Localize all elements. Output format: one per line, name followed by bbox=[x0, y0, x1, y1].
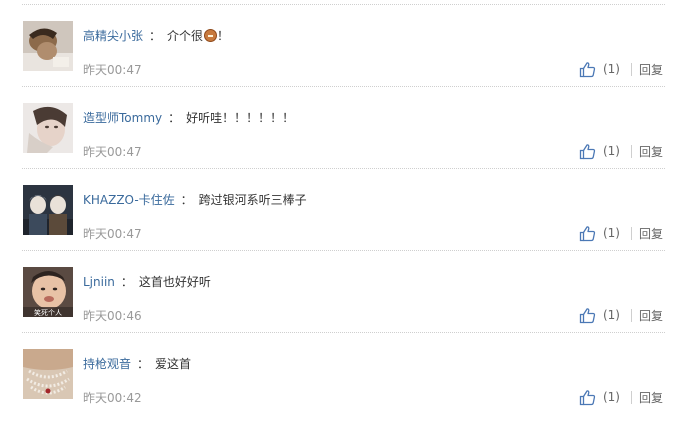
action-divider bbox=[630, 226, 632, 240]
comment-line: Ljniin ： 这首也好好听 bbox=[83, 274, 211, 290]
comment-item: 持枪观音 ： 爱这首 昨天00:42 (1) 回复 bbox=[22, 333, 665, 415]
username-link[interactable]: 高精尖小张 bbox=[83, 29, 143, 43]
comment-text: 好听哇！！！！！！ bbox=[186, 111, 295, 125]
comment-line: 高精尖小张 ： 介个很 ！ bbox=[83, 28, 229, 44]
like-count: (1) bbox=[602, 390, 620, 404]
thumbs-up-icon[interactable] bbox=[579, 225, 596, 242]
avatar[interactable]: 笑死个人 bbox=[23, 267, 73, 317]
reply-button[interactable]: 回复 bbox=[639, 389, 663, 406]
comment-text: 爱这首 bbox=[155, 357, 192, 371]
separator: ： bbox=[137, 357, 150, 371]
comment-text: 跨过银河系听三棒子 bbox=[198, 193, 307, 207]
thumbs-up-icon[interactable] bbox=[579, 61, 596, 78]
thumbs-up-icon[interactable] bbox=[579, 389, 596, 406]
username-link[interactable]: KHAZZO-卡住佐 bbox=[83, 193, 175, 207]
reply-button[interactable]: 回复 bbox=[639, 307, 663, 324]
username-link[interactable]: 造型师Tommy bbox=[83, 111, 162, 125]
like-count: (1) bbox=[602, 144, 620, 158]
like-count: (1) bbox=[602, 226, 620, 240]
separator: ： bbox=[120, 275, 133, 289]
action-divider bbox=[630, 62, 632, 76]
separator: ： bbox=[180, 193, 193, 207]
comment-line: 持枪观音 ： 爱这首 bbox=[83, 356, 191, 372]
thumbs-up-icon[interactable] bbox=[579, 143, 596, 160]
comment-item: 高精尖小张 ： 介个很 ！ 昨天00:47 (1) 回复 bbox=[22, 5, 665, 87]
username-link[interactable]: Ljniin bbox=[83, 275, 115, 289]
avatar[interactable] bbox=[23, 21, 73, 71]
like-count: (1) bbox=[602, 62, 620, 76]
reply-button[interactable]: 回复 bbox=[639, 143, 663, 160]
like-count: (1) bbox=[602, 308, 620, 322]
separator: ： bbox=[168, 111, 181, 125]
comment-actions: (1) 回复 bbox=[579, 224, 663, 242]
comment-list: 高精尖小张 ： 介个很 ！ 昨天00:47 (1) 回复 造型师Tommy ： 好听哇… bbox=[0, 0, 699, 429]
avatar[interactable] bbox=[23, 185, 73, 235]
comment-text-suffix: ！ bbox=[217, 29, 230, 43]
separator: ： bbox=[149, 29, 162, 43]
reply-button[interactable]: 回复 bbox=[639, 61, 663, 78]
comment-actions: (1) 回复 bbox=[579, 60, 663, 78]
doge-emoji-icon bbox=[204, 29, 218, 42]
action-divider bbox=[630, 390, 632, 404]
comment-text: 这首也好好听 bbox=[138, 275, 211, 289]
action-divider bbox=[630, 308, 632, 322]
comment-item: 造型师Tommy ： 好听哇！！！！！！ 昨天00:47 (1) 回复 bbox=[22, 87, 665, 169]
comment-line: KHAZZO-卡住佐 ： 跨过银河系听三棒子 bbox=[83, 192, 307, 208]
avatar-caption: 笑死个人 bbox=[34, 308, 62, 317]
thumbs-up-icon[interactable] bbox=[579, 307, 596, 324]
comment-line: 造型师Tommy ： 好听哇！！！！！！ bbox=[83, 110, 294, 126]
comment-item: 笑死个人 Ljniin ： 这首也好好听 昨天00:46 (1) 回复 bbox=[22, 251, 665, 333]
comment-time: 昨天00:47 bbox=[83, 227, 142, 241]
avatar[interactable] bbox=[23, 103, 73, 153]
action-divider bbox=[630, 144, 632, 158]
comment-time: 昨天00:47 bbox=[83, 145, 142, 159]
comment-actions: (1) 回复 bbox=[579, 142, 663, 160]
comment-time: 昨天00:47 bbox=[83, 63, 142, 77]
comment-actions: (1) 回复 bbox=[579, 306, 663, 324]
comment-time: 昨天00:46 bbox=[83, 309, 142, 323]
avatar[interactable] bbox=[23, 349, 73, 399]
comment-text: 介个很 bbox=[167, 29, 204, 43]
comment-time: 昨天00:42 bbox=[83, 391, 142, 405]
username-link[interactable]: 持枪观音 bbox=[83, 357, 131, 371]
comment-actions: (1) 回复 bbox=[579, 388, 663, 406]
comment-item: KHAZZO-卡住佐 ： 跨过银河系听三棒子 昨天00:47 (1) 回复 bbox=[22, 169, 665, 251]
reply-button[interactable]: 回复 bbox=[639, 225, 663, 242]
